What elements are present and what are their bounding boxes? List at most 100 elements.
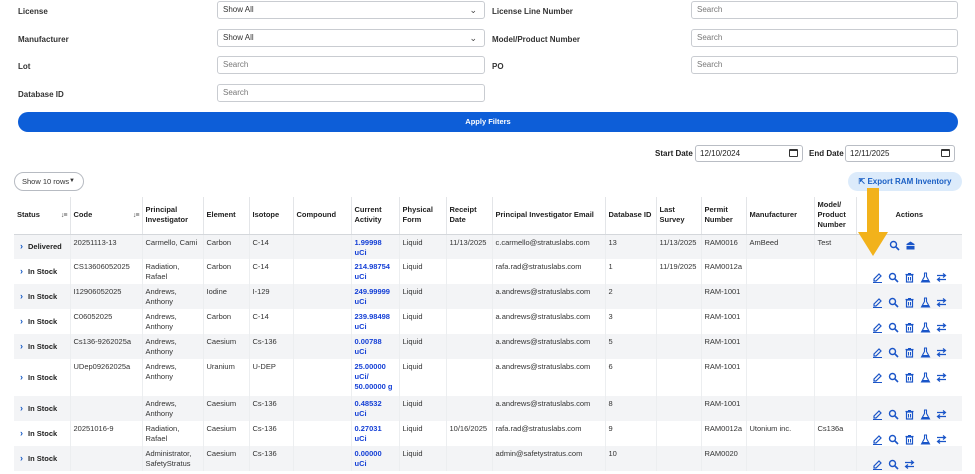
- cell-text: Andrews, Anthony: [145, 312, 177, 331]
- cell-text: Carbon: [206, 262, 232, 271]
- filter-input[interactable]: Search: [691, 1, 958, 19]
- flask-icon[interactable]: [920, 434, 931, 445]
- filter-select[interactable]: Show All ⌄: [217, 1, 485, 19]
- cell-dbid: 10: [604, 446, 656, 471]
- cell-model: [813, 309, 856, 334]
- expand-chevron-icon[interactable]: ›: [20, 341, 23, 351]
- column-header-label: Database ID: [608, 210, 652, 220]
- transfer-icon[interactable]: [936, 372, 947, 383]
- search-icon[interactable]: [889, 240, 900, 251]
- sort-icon[interactable]: ↓≡: [133, 211, 140, 221]
- flask-icon[interactable]: [920, 372, 931, 383]
- trash-icon[interactable]: [904, 322, 915, 333]
- trash-icon[interactable]: [904, 347, 915, 358]
- search-icon[interactable]: [888, 322, 899, 333]
- actions-cell: [855, 259, 962, 284]
- search-icon[interactable]: [888, 297, 899, 308]
- edit-icon[interactable]: [872, 322, 883, 333]
- edit-icon[interactable]: [872, 459, 883, 470]
- expand-chevron-icon[interactable]: ›: [20, 453, 23, 463]
- expand-chevron-icon[interactable]: ›: [20, 403, 23, 413]
- search-icon[interactable]: [888, 409, 899, 420]
- table-row[interactable]: › In Stock UDep09262025a Andrews, Anthony Ur…: [14, 359, 962, 396]
- column-header: Database ID: [604, 197, 656, 235]
- expand-chevron-icon[interactable]: ›: [20, 266, 23, 276]
- expand-chevron-icon[interactable]: ›: [20, 428, 23, 438]
- flask-icon[interactable]: [920, 297, 931, 308]
- flask-icon[interactable]: [920, 272, 931, 283]
- transfer-icon[interactable]: [936, 347, 947, 358]
- expand-chevron-icon[interactable]: ›: [20, 291, 23, 301]
- sort-icon[interactable]: ↓≡: [61, 211, 68, 221]
- filter-row: Database ID Search: [14, 83, 962, 111]
- filter-row: Lot Search PO Search: [14, 55, 962, 83]
- filter-select[interactable]: Show All ⌄: [217, 28, 485, 47]
- filter-input[interactable]: Search: [691, 56, 958, 74]
- apply-filters-button[interactable]: Apply Filters: [18, 112, 958, 132]
- cell-survey: 11/19/2025: [655, 259, 701, 284]
- trash-icon[interactable]: [904, 272, 915, 283]
- table-row[interactable]: › In Stock I12906052025 Andrews, Anthony Iod…: [14, 284, 962, 309]
- cell-text: Liquid: [402, 337, 423, 346]
- edit-icon[interactable]: [872, 372, 883, 383]
- column-header: Manufacturer: [745, 197, 814, 235]
- start-date-value: 12/10/2024: [700, 149, 741, 158]
- flask-icon[interactable]: [920, 347, 931, 358]
- show-rows-dropdown[interactable]: Show 10 rows ▼: [14, 172, 84, 191]
- calendar-icon[interactable]: [789, 149, 798, 157]
- search-icon[interactable]: [888, 372, 899, 383]
- receive-box-icon[interactable]: [905, 240, 916, 251]
- trash-icon[interactable]: [904, 297, 915, 308]
- cell-text: RAM-1001: [704, 287, 741, 296]
- table-row[interactable]: › Delivered 20251113-13 Carmello, Cami Carbo…: [14, 234, 962, 259]
- transfer-icon[interactable]: [936, 409, 947, 420]
- flask-icon[interactable]: [920, 322, 931, 333]
- search-icon[interactable]: [888, 272, 899, 283]
- cell-text: 13: [608, 237, 617, 247]
- filter-input[interactable]: Search: [691, 28, 958, 47]
- edit-icon[interactable]: [872, 272, 883, 283]
- table-row[interactable]: › In Stock Administrator, SafetyStratus Cae…: [14, 446, 962, 471]
- column-header[interactable]: Status ↓≡: [14, 197, 70, 235]
- trash-icon[interactable]: [904, 434, 915, 445]
- search-icon[interactable]: [888, 459, 899, 470]
- cell-text: RAM-1001: [704, 312, 741, 321]
- table-row[interactable]: › In Stock C06052025 Andrews, Anthony Carbon…: [14, 309, 962, 334]
- expand-chevron-icon[interactable]: ›: [20, 372, 23, 382]
- expand-chevron-icon[interactable]: ›: [20, 316, 23, 326]
- search-icon[interactable]: [888, 434, 899, 445]
- table-row[interactable]: › In Stock CS13606052025 Radiation, Rafael C…: [14, 259, 962, 284]
- cell-text: 20251113-13: [73, 237, 117, 247]
- cell-permit: RAM-1001: [700, 396, 746, 421]
- column-header: Model/ Product Number: [813, 197, 856, 235]
- edit-icon[interactable]: [872, 434, 883, 445]
- edit-icon[interactable]: [872, 347, 883, 358]
- trash-icon[interactable]: [904, 372, 915, 383]
- transfer-icon[interactable]: [936, 297, 947, 308]
- filter-input[interactable]: Search: [217, 83, 485, 102]
- expand-chevron-icon[interactable]: ›: [20, 241, 23, 251]
- cell-text: Andrews, Anthony: [145, 399, 177, 418]
- table-row[interactable]: › In Stock Andrews, Anthony Caesium Cs-136 0.…: [14, 396, 962, 421]
- transfer-icon[interactable]: [936, 322, 947, 333]
- table-row[interactable]: › In Stock 20251016-9 Radiation, Rafael Caes…: [14, 421, 962, 446]
- transfer-icon[interactable]: [936, 272, 947, 283]
- cell-permit: RAM-1001: [700, 284, 746, 309]
- trash-icon[interactable]: [904, 409, 915, 420]
- transfer-icon[interactable]: [904, 459, 915, 470]
- column-header[interactable]: Code ↓≡: [69, 197, 142, 235]
- cell-text: Cs-136: [252, 399, 277, 408]
- table-row[interactable]: › In Stock Cs136-9262025a Andrews, Anthony C…: [14, 334, 962, 359]
- cell-dbid: 8: [604, 396, 656, 421]
- filter-input[interactable]: Search: [217, 56, 485, 74]
- search-icon[interactable]: [888, 347, 899, 358]
- edit-icon[interactable]: [872, 409, 883, 420]
- transfer-icon[interactable]: [936, 434, 947, 445]
- flask-icon[interactable]: [920, 409, 931, 420]
- column-header: Current Activity: [350, 197, 399, 235]
- start-date-input[interactable]: 12/10/2024: [695, 145, 803, 162]
- calendar-icon[interactable]: [941, 149, 950, 157]
- edit-icon[interactable]: [872, 297, 883, 308]
- end-date-input[interactable]: 12/11/2025: [845, 145, 955, 162]
- cell-form: Liquid: [398, 309, 446, 334]
